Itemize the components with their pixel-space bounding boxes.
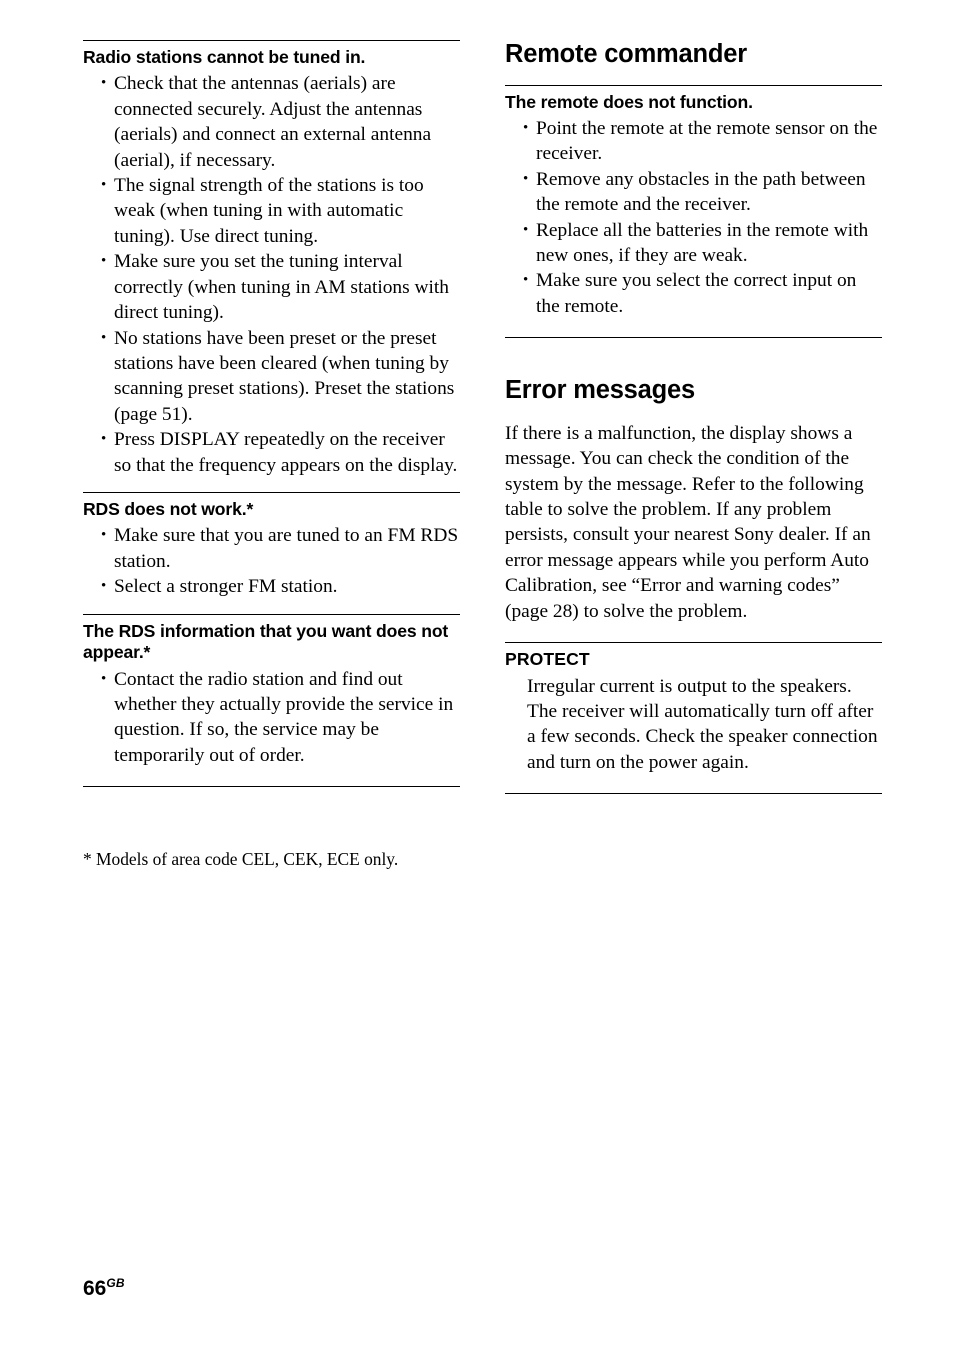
footnote: * Models of area code CEL, CEK, ECE only… (83, 849, 399, 869)
list-item: Replace all the batteries in the remote … (505, 218, 882, 269)
bullet-list: Contact the radio station and find out w… (83, 667, 460, 769)
list-item: Contact the radio station and find out w… (83, 667, 460, 769)
list-item: Make sure you select the correct input o… (505, 268, 882, 319)
divider-rule (83, 40, 460, 41)
section-remote-commander: Remote commander The remote does not fun… (505, 40, 882, 339)
list-item: No stations have been preset or the pres… (83, 326, 460, 428)
page-region-code: GB (106, 1276, 125, 1290)
list-item: Make sure you set the tuning interval co… (83, 249, 460, 325)
divider-rule (83, 613, 460, 615)
section-heading: Error messages (505, 376, 695, 405)
left-column: Radio stations cannot be tuned in. Check… (83, 40, 460, 788)
list-item: Select a stronger FM station. (83, 574, 460, 600)
list-item: Remove any obstacles in the path between… (505, 167, 882, 218)
list-item: The signal strength of the stations is t… (83, 173, 460, 249)
troubleshooting-block-rds: RDS does not work.* Make sure that you a… (83, 491, 460, 600)
manual-page: Radio stations cannot be tuned in. Check… (0, 0, 954, 1352)
error-code-heading: PROTECT (505, 649, 590, 670)
list-item: Point the remote at the remote sensor on… (505, 116, 882, 167)
troubleshooting-block-rds-info: The RDS information that you want does n… (83, 613, 460, 769)
error-description: Irregular current is output to the speak… (527, 675, 878, 773)
section-heading: Remote commander (505, 40, 747, 68)
bullet-list: Check that the antennas (aerials) are co… (83, 71, 460, 478)
page-number: 66GB (83, 1277, 125, 1299)
subsection-heading: Radio stations cannot be tuned in. (83, 47, 366, 67)
right-column: Remote commander The remote does not fun… (505, 40, 882, 795)
list-item: Check that the antennas (aerials) are co… (83, 71, 460, 173)
error-entry: PROTECT Irregular current is output to t… (505, 642, 882, 795)
bullet-list: Point the remote at the remote sensor on… (505, 116, 882, 319)
list-item: Make sure that you are tuned to an FM RD… (83, 523, 460, 574)
section-intro-paragraph: If there is a malfunction, the display s… (505, 422, 871, 622)
bullet-list: Make sure that you are tuned to an FM RD… (83, 523, 460, 600)
section-error-messages: Error messages If there is a malfunction… (505, 376, 882, 795)
divider-rule-closing (505, 793, 882, 795)
subsection-heading: RDS does not work.* (83, 498, 254, 519)
troubleshooting-block-radio: Radio stations cannot be tuned in. Check… (83, 40, 460, 478)
subsection-heading: The remote does not function. (505, 91, 753, 112)
page-number-value: 66 (83, 1277, 107, 1300)
divider-rule (505, 84, 882, 86)
divider-rule-closing (83, 786, 460, 788)
list-item: Press DISPLAY repeatedly on the receiver… (83, 427, 460, 478)
divider-rule (505, 642, 882, 644)
subsection-heading: The RDS information that you want does n… (83, 620, 449, 663)
divider-rule (83, 491, 460, 493)
